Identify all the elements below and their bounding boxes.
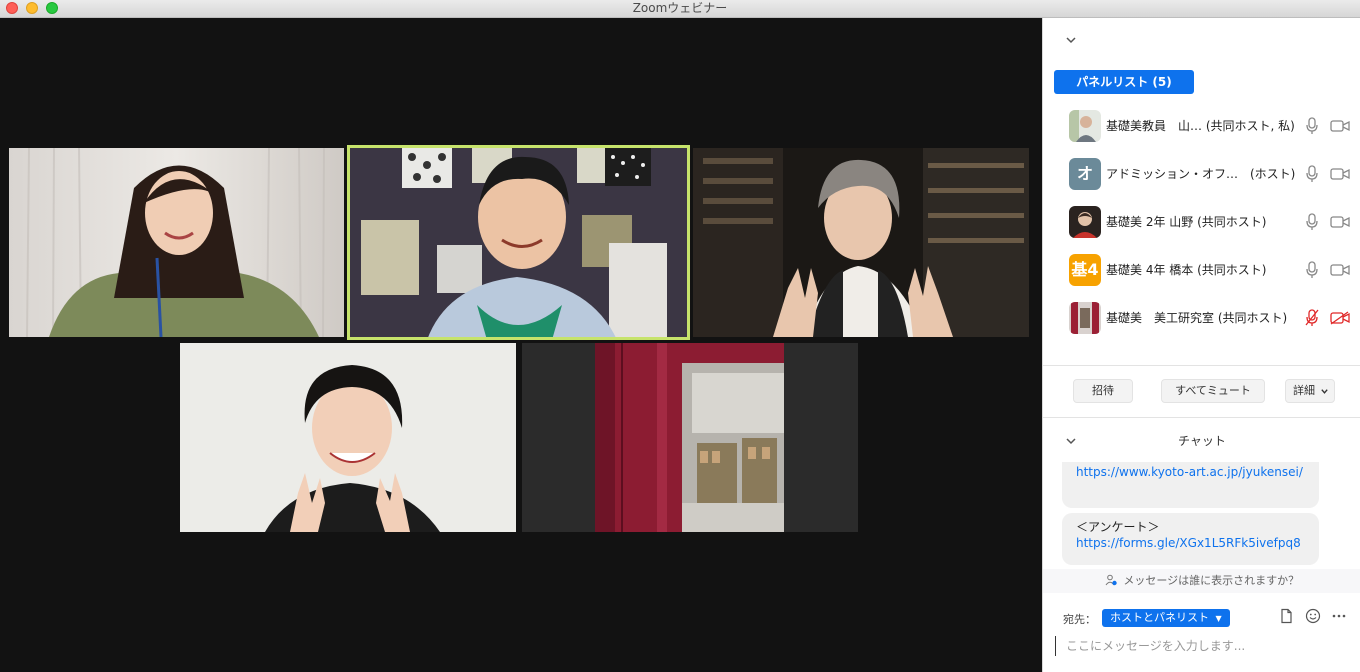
right-panel: パネルリスト (5) 基礎美教員 山… (共同ホスト, 私) オ アドミッション… (1042, 18, 1360, 672)
participant-video (693, 148, 1029, 337)
panelist-name: 基礎美 4年 橋本 (共同ホスト) (1106, 263, 1267, 277)
panelist-name: 基礎美 美工研究室 (共同ホスト) (1106, 311, 1288, 325)
participant-video (522, 343, 858, 532)
video-gallery (0, 18, 1042, 672)
title-bar: Zoomウェビナー (0, 0, 1360, 18)
window-title: Zoomウェビナー (632, 1, 728, 15)
participant-video (180, 343, 516, 532)
caret-down-icon: ▼ (1215, 614, 1222, 623)
avatar: オ (1069, 158, 1101, 190)
chat-message-input[interactable] (1055, 636, 1349, 656)
zoom-webinar-window: Zoomウェビナー パネルリスト (5) 基礎美教員 山… (共同ホスト, 私)… (0, 0, 1360, 672)
panelists-tab[interactable]: パネルリスト (5) (1054, 70, 1194, 94)
microphone-icon[interactable] (1305, 117, 1319, 135)
avatar (1069, 206, 1101, 238)
panelist-name: 基礎美教員 山… (共同ホスト, 私) (1106, 119, 1295, 133)
video-camera-off-icon[interactable] (1330, 311, 1350, 325)
chat-message: https://www.kyoto-art.ac.jp/jyukensei/ (1062, 462, 1319, 508)
recipient-value: ホストとパネリスト (1110, 611, 1209, 624)
chevron-down-icon (1321, 389, 1328, 394)
panelist-name: アドミッション・オフ… (ホスト) (1106, 167, 1296, 181)
mute-all-button[interactable]: すべてミュート (1161, 379, 1265, 403)
avatar (1069, 302, 1101, 334)
video-tile[interactable] (9, 148, 344, 337)
avatar: 基4 (1069, 254, 1101, 286)
who-can-see-notice[interactable]: メッセージは誰に表示されますか？ (1043, 569, 1360, 593)
user-photo-icon (1069, 110, 1101, 142)
microphone-icon[interactable] (1305, 261, 1319, 279)
emoji-icon[interactable] (1305, 608, 1321, 624)
who-can-see-text: メッセージは誰に表示されますか？ (1123, 574, 1300, 587)
video-tile[interactable] (180, 343, 516, 532)
video-tile[interactable] (693, 148, 1029, 337)
person-info-icon (1105, 574, 1117, 586)
user-photo-icon (1069, 302, 1101, 334)
active-speaker-tile[interactable] (347, 145, 690, 340)
avatar (1069, 110, 1101, 142)
panelist-name: 基礎美 2年 山野 (共同ホスト) (1106, 215, 1267, 229)
panelist-row[interactable]: 基礎美教員 山… (共同ホスト, 私) (1043, 102, 1360, 150)
chat-link[interactable]: https://forms.gle/XGx1L5RFk5ivefpq8 (1076, 535, 1305, 551)
chat-message-text: ＜アンケート＞ (1076, 520, 1160, 534)
chevron-down-icon[interactable] (1063, 32, 1079, 48)
recipient-dropdown[interactable]: ホストとパネリスト ▼ (1102, 609, 1230, 627)
video-camera-icon[interactable] (1330, 167, 1350, 181)
divider (1043, 365, 1360, 366)
invite-button[interactable]: 招待 (1073, 379, 1133, 403)
video-camera-icon[interactable] (1330, 263, 1350, 277)
participant-video (347, 145, 690, 340)
video-tile[interactable] (522, 343, 858, 532)
participant-video (9, 148, 344, 337)
panelist-row[interactable]: 基礎美 2年 山野 (共同ホスト) (1043, 198, 1360, 246)
panelist-row[interactable]: オ アドミッション・オフ… (ホスト) (1043, 150, 1360, 198)
microphone-icon[interactable] (1305, 213, 1319, 231)
more-options-button[interactable]: 詳細 (1285, 379, 1335, 403)
microphone-muted-icon[interactable] (1305, 309, 1319, 327)
panelist-row[interactable]: 基礎美 美工研究室 (共同ホスト) (1043, 294, 1360, 342)
video-camera-icon[interactable] (1330, 215, 1350, 229)
file-icon[interactable] (1278, 608, 1294, 624)
more-icon[interactable] (1331, 608, 1347, 624)
more-label: 詳細 (1293, 384, 1315, 397)
video-camera-icon[interactable] (1330, 119, 1350, 133)
microphone-icon[interactable] (1305, 165, 1319, 183)
chat-title: チャット (1178, 434, 1226, 448)
divider (1043, 417, 1360, 418)
panelist-row[interactable]: 基4 基礎美 4年 橋本 (共同ホスト) (1043, 246, 1360, 294)
chat-message: ＜アンケート＞ https://forms.gle/XGx1L5RFk5ivef… (1062, 513, 1319, 565)
chat-link[interactable]: https://www.kyoto-art.ac.jp/jyukensei/ (1076, 464, 1305, 480)
to-label: 宛先： (1063, 613, 1096, 626)
user-photo-icon (1069, 206, 1101, 238)
